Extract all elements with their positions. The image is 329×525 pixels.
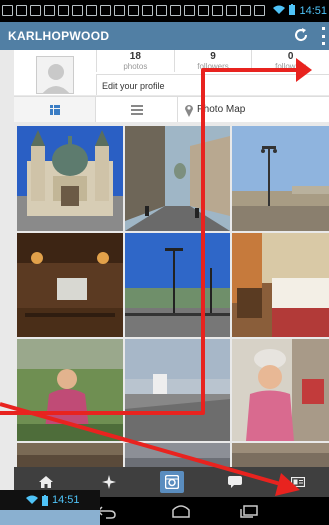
notification-icon xyxy=(170,5,181,16)
photo-thumbnail-partial-1[interactable] xyxy=(17,443,123,467)
notification-icon xyxy=(2,5,13,16)
home-button-icon[interactable] xyxy=(170,503,192,519)
notification-icon xyxy=(16,5,27,16)
profile-header: 18 photos 9 followers 0 following Edit y… xyxy=(14,50,329,95)
photo-thumbnail-partial-3[interactable] xyxy=(232,443,329,467)
notification-icon xyxy=(72,5,83,16)
system-icons: 14:51 xyxy=(273,4,327,18)
stat-value: 9 xyxy=(210,51,216,62)
notification-icon xyxy=(254,5,265,16)
photo-thumbnail-child-grass[interactable] xyxy=(17,339,123,441)
notification-icon xyxy=(44,5,55,16)
profile-card-icon xyxy=(290,477,305,487)
map-pin-icon xyxy=(185,105,193,117)
photo-thumbnail-riverside-lamps[interactable] xyxy=(232,126,329,231)
notification-icon xyxy=(184,5,195,16)
notification-icon xyxy=(58,5,69,16)
camera-icon xyxy=(164,475,179,489)
notification-icon xyxy=(198,5,209,16)
notification-icon xyxy=(240,5,251,16)
notification-icon xyxy=(226,5,237,16)
status-time: 14:51 xyxy=(299,5,327,17)
refresh-icon[interactable] xyxy=(292,27,310,45)
notification-icon xyxy=(86,5,97,16)
stat-following[interactable]: 0 following xyxy=(251,50,329,72)
avatar[interactable] xyxy=(36,56,74,94)
status-bar: 14:51 xyxy=(0,0,329,22)
nav-camera[interactable] xyxy=(140,467,203,497)
photo-grid xyxy=(0,122,329,467)
wifi-icon xyxy=(273,5,286,18)
photo-thumbnail-street[interactable] xyxy=(125,126,230,231)
photo-thumbnail-partial-2[interactable] xyxy=(125,443,230,467)
notification-icon xyxy=(128,5,139,16)
notification-icon xyxy=(30,5,41,16)
stat-followers[interactable]: 9 followers xyxy=(173,50,252,72)
stat-photos[interactable]: 18 photos xyxy=(96,50,174,72)
battery-icon xyxy=(289,4,296,18)
notification-icon xyxy=(212,5,223,16)
stat-value: 18 xyxy=(129,51,141,62)
photo-thumbnail-child-kitchen[interactable] xyxy=(232,339,329,441)
secondary-action-bar xyxy=(0,510,100,525)
nav-profile[interactable] xyxy=(266,467,329,497)
stat-label: followers xyxy=(197,62,229,71)
secondary-status-bar: 14:51 xyxy=(0,490,100,510)
notification-icon xyxy=(114,5,125,16)
stat-label: following xyxy=(275,62,307,71)
notification-icon xyxy=(100,5,111,16)
app-bar: KARLHOPWOOD xyxy=(0,22,329,50)
recent-apps-icon[interactable] xyxy=(238,503,260,519)
photo-thumbnail-lamp-posts[interactable] xyxy=(125,233,230,337)
photo-thumbnail-interior-hall[interactable] xyxy=(17,233,123,337)
secondary-status-time: 14:51 xyxy=(52,494,80,506)
overflow-menu-icon[interactable] xyxy=(318,27,328,45)
notification-icon xyxy=(156,5,167,16)
grid-view-tab[interactable] xyxy=(14,97,96,123)
notification-icon xyxy=(142,5,153,16)
list-view-tab[interactable] xyxy=(96,97,178,123)
profile-stats: 18 photos 9 followers 0 following xyxy=(96,50,329,72)
wifi-icon xyxy=(26,495,38,504)
explore-star-icon xyxy=(101,475,116,489)
grid-icon xyxy=(50,105,60,115)
edit-profile-button[interactable]: Edit your profile xyxy=(96,74,329,95)
photo-map-tab[interactable]: Photo Map xyxy=(178,97,329,123)
photo-map-label: Photo Map xyxy=(197,104,246,115)
nav-activity[interactable] xyxy=(203,467,266,497)
photo-thumbnail-basilica[interactable] xyxy=(17,126,123,231)
photo-thumbnail-hotel-room[interactable] xyxy=(232,233,329,337)
phone-screen: 14:51 KARLHOPWOOD 18 photos 9 followers … xyxy=(0,0,329,525)
profile-username: KARLHOPWOOD xyxy=(8,29,110,43)
view-toggle-bar: Photo Map xyxy=(14,96,329,123)
stat-label: photos xyxy=(123,62,148,71)
battery-icon xyxy=(42,494,48,506)
notification-icons xyxy=(2,5,265,16)
home-icon xyxy=(38,476,53,488)
activity-bubble-icon xyxy=(227,476,242,488)
stat-value: 0 xyxy=(287,51,294,62)
photo-thumbnail-harbour-sky[interactable] xyxy=(125,339,230,441)
list-icon xyxy=(131,105,143,115)
